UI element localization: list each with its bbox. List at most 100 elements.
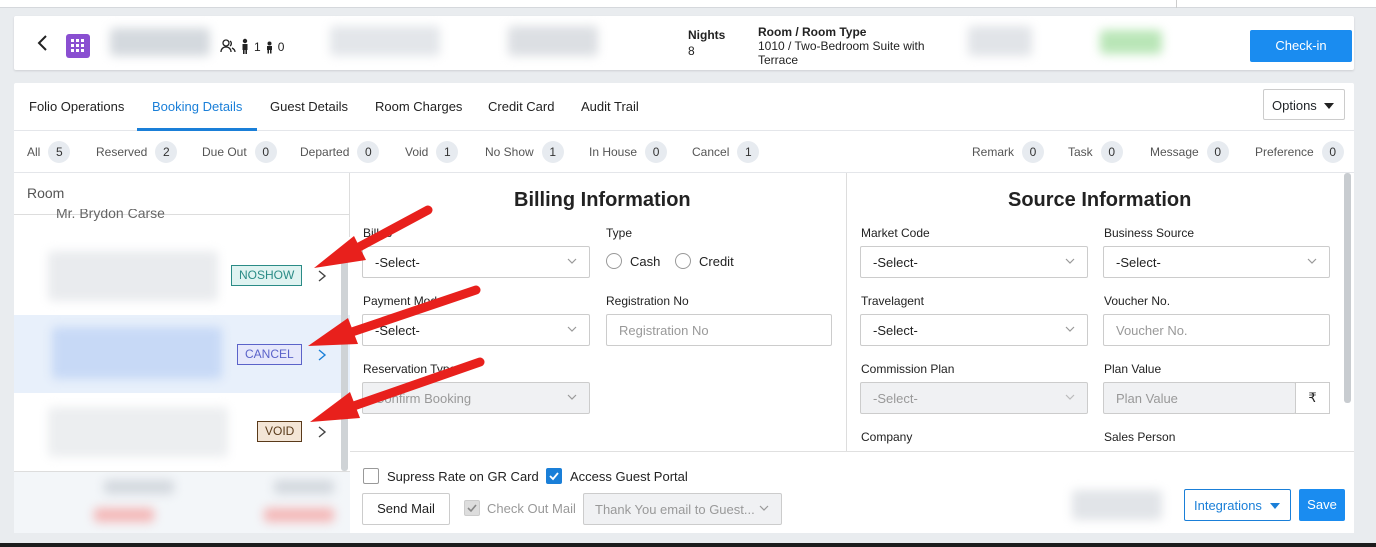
email-template-select[interactable]: Thank You email to Guest...	[583, 493, 782, 525]
tab-room-charges[interactable]: Room Charges	[375, 99, 462, 114]
caret-down-icon	[1270, 503, 1280, 509]
room-type-info: Room / Room Type 1010 / Two-Bedroom Suit…	[758, 25, 948, 67]
supress-rate-checkbox[interactable]	[363, 468, 379, 484]
reservation-type-label: Reservation Type	[363, 362, 457, 376]
room-item-details-blurred	[48, 407, 228, 457]
bill-to-select[interactable]: -Select-	[362, 246, 590, 278]
payment-mode-value: -Select-	[375, 323, 420, 338]
pax-info: 1 0	[220, 38, 284, 54]
radio-cash[interactable]	[606, 253, 622, 269]
filter-departed[interactable]: Departed 0	[300, 141, 380, 163]
filter-all[interactable]: All 5	[27, 141, 71, 163]
child-icon	[266, 41, 272, 54]
preference-count[interactable]: Preference 0	[1255, 141, 1344, 163]
cash-label: Cash	[630, 254, 661, 269]
rate-blurred	[968, 26, 1032, 56]
business-source-select[interactable]: -Select-	[1103, 246, 1330, 278]
count-badge: 1	[436, 141, 459, 163]
options-dropdown[interactable]: Options	[1263, 89, 1345, 120]
message-count[interactable]: Message 0	[1150, 141, 1229, 163]
plan-value-label: Plan Value	[1104, 362, 1162, 376]
checkmark-icon	[467, 504, 477, 513]
filter-label: In House	[589, 145, 638, 159]
count-badge: 1	[737, 141, 760, 163]
commission-plan-select[interactable]: -Select-	[860, 382, 1088, 414]
tab-guest-details[interactable]: Guest Details	[270, 99, 348, 114]
access-portal-label: Access Guest Portal	[570, 469, 688, 484]
voucher-placeholder: Voucher No.	[1116, 323, 1188, 338]
type-label: Type	[606, 226, 633, 240]
count-badge: 5	[48, 141, 71, 163]
filter-in-house[interactable]: In House 0	[589, 141, 668, 163]
plan-value-placeholder: Plan Value	[1116, 391, 1178, 406]
payment-mode-select[interactable]: -Select-	[362, 314, 590, 346]
filter-label: Departed	[300, 145, 350, 159]
commission-plan-value: -Select-	[873, 391, 918, 406]
market-code-label: Market Code	[861, 226, 930, 240]
chevron-down-icon	[567, 394, 577, 400]
voucher-label: Voucher No.	[1104, 294, 1171, 308]
room-type-label: Room / Room Type	[758, 25, 867, 39]
registration-input[interactable]: Registration No	[606, 314, 832, 346]
filter-cancel[interactable]: Cancel 1	[692, 141, 760, 163]
hotel-building-icon	[66, 34, 90, 58]
options-label: Options	[1272, 98, 1317, 113]
form-scrollbar[interactable]	[1344, 173, 1351, 403]
amount-blurred	[1072, 490, 1162, 520]
adult-icon	[242, 38, 248, 54]
room-list-scrollbar[interactable]	[341, 259, 348, 471]
count-badge: 0	[1206, 141, 1229, 163]
tab-booking-details[interactable]: Booking Details	[152, 99, 242, 114]
integrations-dropdown[interactable]: Integrations	[1184, 489, 1291, 521]
back-arrow-icon[interactable]	[34, 34, 52, 52]
status-badge-void: VOID	[257, 421, 303, 442]
task-count[interactable]: Task 0	[1068, 141, 1123, 163]
filter-label: All	[27, 145, 41, 159]
access-portal-checkbox[interactable]	[546, 468, 562, 484]
supress-rate-label: Supress Rate on GR Card	[387, 469, 539, 484]
tab-credit-card[interactable]: Credit Card	[488, 99, 554, 114]
credit-label: Credit	[699, 254, 734, 269]
chevron-down-icon	[1065, 258, 1075, 264]
count-badge: 0	[1100, 141, 1123, 163]
registration-placeholder: Registration No	[619, 323, 709, 338]
note-label: Message	[1150, 145, 1199, 159]
status-badge-noshow: NOSHOW	[231, 265, 303, 286]
room-item-details-blurred	[48, 251, 218, 301]
note-label: Task	[1068, 145, 1093, 159]
plan-value-input[interactable]: Plan Value	[1103, 382, 1296, 414]
remark-count[interactable]: Remark 0	[972, 141, 1045, 163]
room-item-void[interactable]: VOID	[14, 393, 350, 471]
business-source-value: -Select-	[1116, 255, 1161, 270]
checkout-mail-checkbox[interactable]	[464, 500, 480, 516]
room-item-cancel[interactable]: CANCEL	[14, 315, 350, 393]
count-badge: 0	[357, 141, 380, 163]
travelagent-select[interactable]: -Select-	[860, 314, 1088, 346]
send-mail-button[interactable]: Send Mail	[362, 493, 450, 525]
chevron-right-icon[interactable]	[316, 425, 328, 439]
status-blurred	[1100, 30, 1162, 54]
check-in-button[interactable]: Check-in	[1250, 30, 1352, 62]
tab-bar: Folio Operations Booking Details Guest D…	[14, 83, 1354, 131]
reservation-type-select[interactable]: Confirm Booking	[362, 382, 590, 414]
save-button[interactable]: Save	[1299, 489, 1345, 521]
filter-reserved[interactable]: Reserved 2	[96, 141, 178, 163]
count-badge: 0	[1321, 141, 1344, 163]
company-label: Company	[861, 430, 913, 444]
count-badge: 0	[645, 141, 668, 163]
bill-to-value: -Select-	[375, 255, 420, 270]
market-code-select[interactable]: -Select-	[860, 246, 1088, 278]
tab-folio-operations[interactable]: Folio Operations	[29, 99, 124, 114]
chevron-down-icon	[1307, 258, 1317, 264]
guest-name-blurred	[110, 28, 210, 56]
filter-void[interactable]: Void 1	[405, 141, 459, 163]
voucher-input[interactable]: Voucher No.	[1103, 314, 1330, 346]
count-badge: 0	[1022, 141, 1045, 163]
filter-due-out[interactable]: Due Out 0	[202, 141, 277, 163]
room-item-noshow[interactable]: NOSHOW	[14, 237, 350, 315]
chevron-right-icon[interactable]	[316, 348, 328, 362]
radio-credit[interactable]	[675, 253, 691, 269]
tab-audit-trail[interactable]: Audit Trail	[581, 99, 639, 114]
filter-no-show[interactable]: No Show 1	[485, 141, 564, 163]
chevron-right-icon[interactable]	[316, 269, 328, 283]
